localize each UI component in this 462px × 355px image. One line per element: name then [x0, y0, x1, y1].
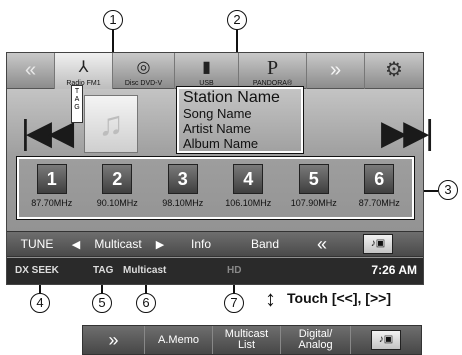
- up-down-arrow-icon: ↕: [265, 286, 276, 311]
- function-forward-button[interactable]: »: [83, 326, 145, 354]
- function-bar: TUNE ◀ Multicast ▶ Info Band « ♪▣: [7, 231, 423, 257]
- source-disc-button[interactable]: ◎ Disc DVD-V: [113, 53, 175, 89]
- source-bar: « ⅄ Radio FM1 ◎ Disc DVD-V ▮ USB P PANDO…: [7, 53, 423, 89]
- multicast-up-button[interactable]: ▶: [151, 238, 169, 251]
- info-button[interactable]: Info: [169, 237, 233, 251]
- preset-number: 4: [233, 164, 264, 194]
- source-usb-label: USB: [199, 80, 214, 87]
- double-left-arrow-icon: «: [24, 59, 37, 81]
- touch-instruction: Touch [<<], [>>]: [287, 290, 391, 306]
- pandora-icon: P: [266, 57, 279, 79]
- band-button[interactable]: Band: [233, 237, 297, 251]
- status-bar: DX SEEK TAG Multicast HD 7:26 AM: [7, 258, 423, 284]
- previous-track-button[interactable]: |◀◀: [21, 113, 74, 153]
- multicast-label: Multicast: [94, 237, 142, 251]
- tune-button[interactable]: TUNE: [7, 237, 67, 251]
- dx-seek-indicator: DX SEEK: [15, 265, 59, 276]
- callout-5: 5: [92, 293, 112, 313]
- preset-6[interactable]: 6 87.70MHz: [351, 164, 407, 217]
- preset-frequency: 98.10MHz: [162, 198, 204, 208]
- next-track-button[interactable]: ▶▶|: [381, 113, 434, 153]
- tag-button[interactable]: T A G: [71, 85, 83, 123]
- hd-radio-indicator: HD: [227, 265, 242, 276]
- preset-panel: 1 87.70MHz 2 90.10MHz 3 98.10MHz 4 106.1…: [16, 156, 415, 220]
- skip-next-icon: ▶▶|: [381, 114, 434, 152]
- alt-mode-cell: ♪▣: [351, 326, 421, 354]
- alternate-function-bar: » A.Memo Multicast List Digital/ Analog …: [82, 325, 422, 355]
- source-radio-label: Radio FM1: [66, 80, 101, 87]
- preset-1[interactable]: 1 87.70MHz: [24, 164, 80, 217]
- callout-7: 7: [224, 293, 244, 313]
- source-pandora-button[interactable]: P PANDORA®: [239, 53, 307, 89]
- preset-frequency: 90.10MHz: [96, 198, 138, 208]
- skip-previous-icon: |◀◀: [21, 114, 74, 152]
- preset-number: 1: [36, 164, 67, 194]
- preset-frequency: 107.90MHz: [290, 198, 337, 208]
- preset-number: 2: [102, 164, 133, 194]
- preset-3[interactable]: 3 98.10MHz: [155, 164, 211, 217]
- preset-5[interactable]: 5 107.90MHz: [286, 164, 342, 217]
- tag-indicator: TAG: [93, 265, 114, 276]
- callout-2: 2: [227, 10, 247, 30]
- preset-frequency: 106.10MHz: [225, 198, 272, 208]
- album-name: Album Name: [183, 136, 259, 151]
- preset-frequency: 87.70MHz: [31, 198, 73, 208]
- callout-4: 4: [30, 293, 50, 313]
- setup-button[interactable]: ⚙: [365, 53, 423, 89]
- a-memo-button[interactable]: A.Memo: [145, 326, 213, 354]
- source-pandora-label: PANDORA®: [252, 80, 293, 87]
- antenna-icon: ⅄: [78, 59, 89, 76]
- source-disc-label: Disc DVD-V: [124, 80, 163, 87]
- callout-3: 3: [438, 180, 458, 200]
- multicast-indicator: Multicast: [123, 265, 167, 276]
- callout-6: 6: [136, 293, 156, 313]
- multicast-down-button[interactable]: ◀: [67, 238, 85, 251]
- callout-1: 1: [103, 10, 123, 30]
- music-note-icon: ♫: [98, 105, 124, 143]
- source-scroll-right-button[interactable]: »: [307, 53, 365, 89]
- usb-icon: ▮: [202, 59, 211, 76]
- double-right-arrow-icon: »: [329, 59, 342, 81]
- preset-number: 5: [298, 164, 329, 194]
- artist-name: Artist Name: [183, 121, 251, 136]
- station-info-panel: Station Name Song Name Artist Name Album…: [176, 86, 304, 154]
- source-usb-button[interactable]: ▮ USB: [175, 53, 239, 89]
- clock: 7:26 AM: [371, 263, 417, 277]
- digital-analog-line-2: Analog: [298, 339, 333, 351]
- digital-analog-button[interactable]: Digital/ Analog: [281, 326, 351, 354]
- preset-frequency: 87.70MHz: [358, 198, 400, 208]
- preset-2[interactable]: 2 90.10MHz: [89, 164, 145, 217]
- setup-icon: ⚙: [385, 59, 403, 81]
- disc-icon: ◎: [136, 59, 151, 76]
- audio-visual-mode-button[interactable]: ♪▣: [363, 234, 393, 254]
- multicast-list-button[interactable]: Multicast List: [213, 326, 281, 354]
- album-art: ♫: [84, 95, 138, 153]
- station-name: Station Name: [183, 89, 280, 106]
- preset-number: 6: [364, 164, 395, 194]
- preset-4[interactable]: 4 106.10MHz: [220, 164, 276, 217]
- radio-screen: « ⅄ Radio FM1 ◎ Disc DVD-V ▮ USB P PANDO…: [6, 52, 434, 285]
- song-name: Song Name: [183, 106, 252, 121]
- alt-audio-visual-mode-button[interactable]: ♪▣: [371, 330, 401, 350]
- source-radio-button[interactable]: ⅄ Radio FM1: [55, 53, 113, 89]
- function-back-button[interactable]: «: [297, 234, 347, 255]
- source-scroll-left-button[interactable]: «: [7, 53, 55, 89]
- multicast-list-line-2: List: [237, 339, 256, 351]
- preset-number: 3: [167, 164, 198, 194]
